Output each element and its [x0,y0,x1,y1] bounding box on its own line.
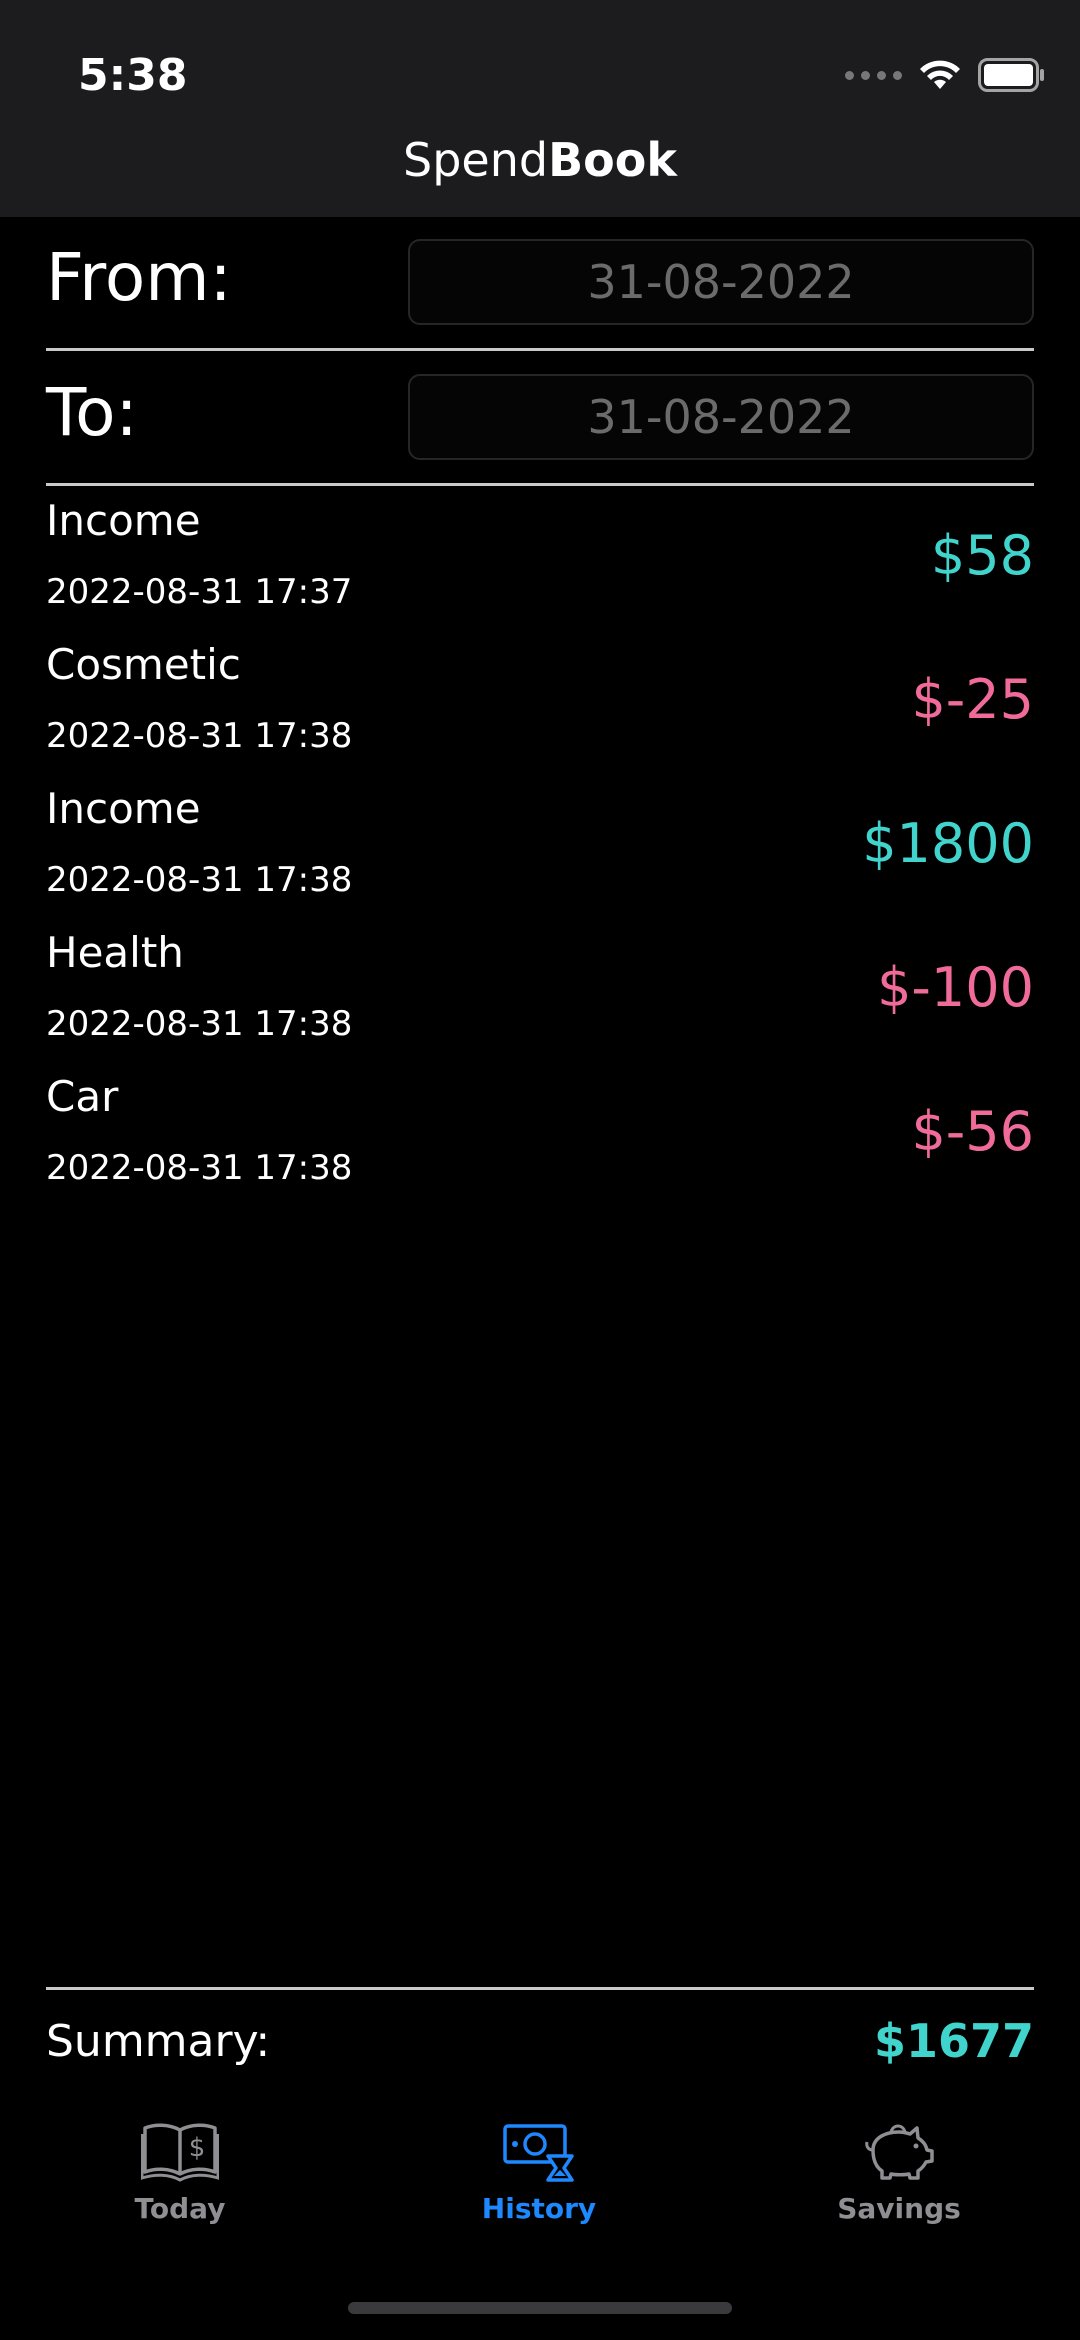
tab-history-label: History [481,2192,597,2225]
transaction-amount: $-100 [877,956,1034,1019]
transaction-row[interactable]: Cosmetic 2022-08-31 17:38 $-25 [46,636,1034,780]
transaction-category: Income [46,784,201,833]
home-indicator[interactable] [348,2302,732,2314]
transaction-datetime: 2022-08-31 17:37 [46,572,353,612]
transaction-category: Car [46,1072,119,1121]
wifi-icon [920,60,960,89]
transaction-datetime: 2022-08-31 17:38 [46,860,353,900]
tab-savings-label: Savings [837,2192,961,2225]
battery-icon [978,58,1044,92]
status-icons [845,58,1046,92]
status-bar: 5:38 [0,0,1080,130]
from-date-row: From: 31-08-2022 [46,217,1034,351]
money-hourglass-icon [503,2124,574,2182]
transaction-row[interactable]: Income 2022-08-31 17:37 $58 [46,492,1034,636]
transaction-row[interactable]: Income 2022-08-31 17:38 $1800 [46,780,1034,924]
tab-today[interactable]: $ Today [70,2120,290,2225]
tab-today-label: Today [134,2192,226,2225]
to-date-field[interactable]: 31-08-2022 [408,374,1034,460]
transaction-category: Income [46,496,201,545]
tab-savings[interactable]: Savings [789,2120,1009,2225]
app-title-bold: Book [548,133,677,187]
summary-label: Summary: [46,2016,271,2067]
transaction-amount: $1800 [862,812,1034,875]
app-title: SpendBook [0,130,1080,190]
to-date-row: To: 31-08-2022 [46,352,1034,486]
from-date-field[interactable]: 31-08-2022 [408,239,1034,325]
transaction-amount: $58 [930,524,1034,587]
transaction-datetime: 2022-08-31 17:38 [46,716,353,756]
transaction-amount: $-25 [911,668,1034,731]
transaction-category: Health [46,928,184,977]
tab-history[interactable]: History [429,2120,649,2225]
to-label: To: [46,374,138,451]
transaction-datetime: 2022-08-31 17:38 [46,1148,353,1188]
navigation-bar: SpendBook [0,130,1080,217]
transaction-category: Cosmetic [46,640,241,689]
transaction-row[interactable]: Health 2022-08-31 17:38 $-100 [46,924,1034,1068]
transaction-row[interactable]: Car 2022-08-31 17:38 $-56 [46,1068,1034,1212]
summary-value: $1677 [873,2014,1034,2068]
tab-bar: $ Today History Savings [0,2100,1080,2270]
from-label: From: [46,239,232,316]
status-time: 5:38 [78,50,188,101]
transaction-datetime: 2022-08-31 17:38 [46,1004,353,1044]
piggy-bank-icon [865,2124,934,2180]
transaction-list: Income 2022-08-31 17:37 $58 Cosmetic 202… [46,492,1034,1212]
transaction-amount: $-56 [911,1100,1034,1163]
svg-text:$: $ [189,2133,206,2163]
summary-divider [46,1987,1034,1990]
book-dollar-icon: $ [140,2123,220,2182]
app-title-light: Spend [403,133,549,187]
cellular-signal-icon [845,70,902,80]
